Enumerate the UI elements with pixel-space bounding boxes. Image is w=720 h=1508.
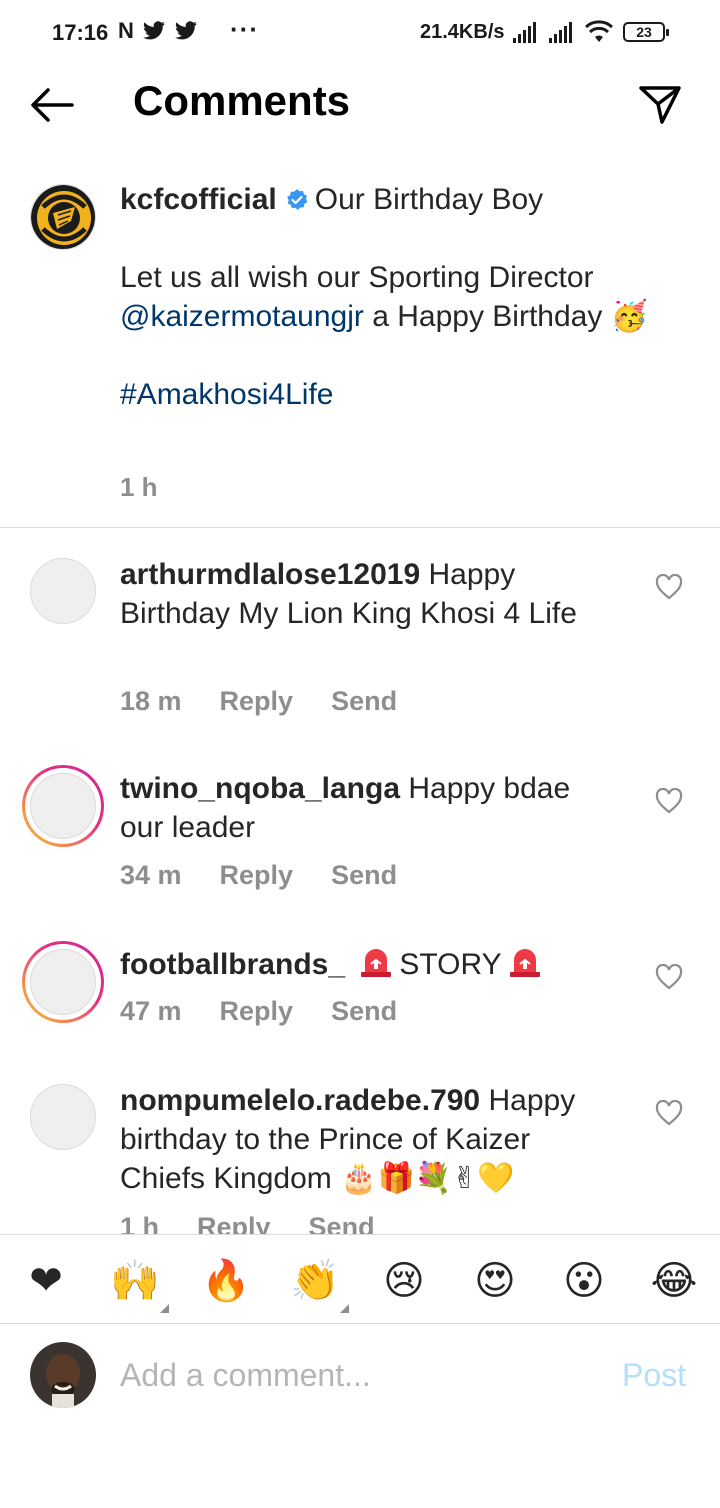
send-button[interactable]: Send [331,686,397,717]
comment-time: 47 m [120,996,182,1026]
partying-face-emoji: 🥳 [610,299,649,334]
comment-actions: 47 m Reply Send [120,996,397,1027]
avatar-with-story-ring[interactable] [22,941,104,1023]
skin-tone-indicator-icon [160,1304,169,1313]
comment-username[interactable]: twino_nqoba_langa [120,772,400,805]
reply-button[interactable]: Reply [220,860,294,891]
avatar[interactable] [30,1084,96,1150]
send-button[interactable]: Send [309,1212,375,1235]
hashtag-link[interactable]: #Amakhosi4Life [120,378,333,411]
page-title: Comments [133,77,351,124]
comment-text: twino_nqoba_langa Happy bdae our leader [120,769,620,847]
reply-button[interactable]: Reply [220,686,294,717]
caption-line-suffix: a Happy Birthday [363,300,603,333]
caption-timestamp: 1 h [120,472,158,502]
comment-username[interactable]: nompumelelo.radebe.790 [120,1084,480,1117]
mention-link[interactable]: @kaizermotaungjr [120,300,364,333]
caption-text: kcfcofficial Our Birthday Boy Let us all … [120,180,680,414]
post-button[interactable]: Post [622,1357,686,1394]
comment-actions: 18 m Reply Send [120,686,397,717]
skin-tone-indicator-icon [340,1304,349,1313]
send-button[interactable]: Send [331,860,397,891]
battery-icon: 23 [623,22,669,42]
back-arrow-icon[interactable] [28,84,76,126]
fire-emoji-icon[interactable]: 🔥 [200,1255,252,1307]
signal-icon [549,22,572,43]
avatar[interactable] [30,558,96,624]
surprised-face-emoji-icon[interactable]: 😮 [558,1255,610,1307]
comment-text: nompumelelo.radebe.790 Happy birthday to… [120,1081,620,1198]
comment-time: 34 m [120,860,182,890]
comment-composer: Post [0,1325,720,1425]
comment-actions: 34 m Reply Send [120,860,397,891]
notification-icons: N [118,19,198,43]
my-avatar[interactable] [30,1342,96,1408]
profile-photo-icon [30,1342,96,1408]
more-notifications-icon: ··· [230,14,259,44]
wifi-icon [585,20,613,42]
quick-reactions-bar: ❤ 🙌 🔥 👏 😢 😍 😮 😂 [0,1234,720,1324]
caption-username[interactable]: kcfcofficial [120,183,277,216]
twitter-icon [142,21,165,40]
network-speed: 21.4KB/s [420,21,505,43]
status-time: 17:16 [52,20,109,45]
verified-badge-icon [286,189,308,210]
crying-face-emoji-icon[interactable]: 😢 [378,1255,430,1307]
reply-button[interactable]: Reply [197,1212,271,1235]
club-crest-icon [31,185,95,249]
kaizer-chiefs-logo[interactable] [30,184,96,250]
clapping-hands-glyph: 👏 [290,1258,340,1304]
caption-headline: Our Birthday Boy [314,183,544,216]
heart-eyes-emoji-icon[interactable]: 😍 [469,1255,521,1307]
comment-username[interactable]: footballbrands_ [120,948,345,981]
caption-line-prefix: Let us all wish our Sporting Director [120,261,594,294]
comment-body: STORY [399,948,502,981]
laughing-tears-emoji-icon[interactable]: 😂 [648,1255,700,1307]
comment-time: 1 h [120,1212,160,1235]
avatar-with-story-ring[interactable] [22,765,104,847]
police-light-icon [361,949,392,977]
twitter-icon [174,21,197,40]
raising-hands-emoji-icon[interactable]: 🙌 [109,1255,169,1313]
header: Comments [0,64,720,148]
clapping-hands-emoji-icon[interactable]: 👏 [289,1255,349,1313]
heart-icon[interactable] [655,574,683,600]
police-light-icon [509,949,540,977]
paper-plane-icon[interactable] [636,80,684,128]
comment-input[interactable] [120,1347,600,1403]
heart-icon[interactable] [655,1100,683,1126]
reply-button[interactable]: Reply [220,996,294,1027]
send-button[interactable]: Send [331,996,397,1027]
status-bar: 17:16 N ··· 21.4KB/s 23 [0,0,720,64]
heart-icon[interactable] [655,788,683,814]
raising-hands-glyph: 🙌 [110,1258,160,1304]
comment-emoji: 🎂🎁💐✌💛 [340,1161,515,1196]
heart-emoji-icon[interactable]: ❤ [20,1255,72,1307]
comment-actions: 1 h Reply Send [120,1212,375,1235]
signal-icon [513,22,536,43]
comment-time: 18 m [120,686,182,716]
n-app-icon: N [118,18,134,43]
post-caption: kcfcofficial Our Birthday Boy Let us all … [0,168,720,528]
heart-icon[interactable] [655,964,683,990]
comment-text: arthurmdlalose12019 Happy Birthday My Li… [120,555,620,633]
comments-list[interactable]: arthurmdlalose12019 Happy Birthday My Li… [0,528,720,1235]
comment-text: footballbrands_ STORY [120,945,620,984]
comment-username[interactable]: arthurmdlalose12019 [120,558,420,591]
